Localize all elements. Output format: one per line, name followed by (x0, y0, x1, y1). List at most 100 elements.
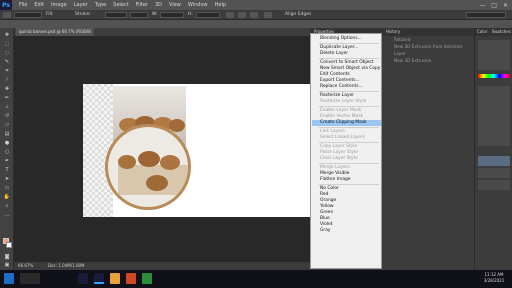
photoshop-logo: Ps (0, 0, 12, 10)
start-icon[interactable] (4, 273, 14, 284)
muffin-shape (146, 175, 168, 191)
color-sliders[interactable] (478, 40, 510, 70)
menu-layer[interactable]: Layer (74, 0, 88, 10)
search-icon[interactable] (20, 273, 40, 284)
minimize-button[interactable]: — (479, 2, 485, 9)
type-tool-icon[interactable]: T (3, 167, 11, 173)
menu-item-delete-layer[interactable]: Delete Layer (312, 51, 381, 57)
menu-window[interactable]: Window (188, 0, 208, 10)
workspace-select[interactable]: Essentials (466, 12, 506, 29)
rectangle-tool-icon[interactable]: ▭ (3, 185, 11, 191)
healing-brush-tool-icon[interactable]: ✚ (3, 86, 11, 92)
history-item[interactable]: New 3D Extrusion (382, 57, 474, 64)
history-tab[interactable]: History (382, 28, 474, 36)
close-button[interactable]: ✕ (503, 2, 508, 9)
layer-context-menu: Blending Options... Duplicate Layer... Del… (310, 33, 382, 269)
blur-tool-icon[interactable]: ● (3, 140, 11, 146)
color-tabs: Color Swatches (475, 28, 512, 36)
muffin-shape (160, 155, 180, 170)
gear-icon[interactable] (264, 12, 272, 18)
menu-edit[interactable]: Edit (34, 0, 44, 10)
menu-type[interactable]: Type (95, 0, 106, 10)
color-spectrum[interactable] (478, 74, 510, 78)
more-tools-icon[interactable]: … (3, 212, 11, 218)
lasso-tool-icon[interactable]: ◌ (3, 50, 11, 56)
width-field[interactable] (160, 12, 184, 18)
shape-mode-select[interactable]: Shape (14, 12, 42, 29)
marquee-tool-icon[interactable]: ⬚ (3, 41, 11, 47)
background-color-swatch[interactable] (6, 242, 12, 248)
menu-item-gray[interactable]: Gray (312, 228, 381, 234)
tool-preset-icon[interactable] (3, 12, 11, 18)
explorer-icon[interactable] (78, 273, 88, 284)
brush-tool-icon[interactable]: ✏ (3, 95, 11, 101)
zoom-tool-icon[interactable]: ⌕ (3, 203, 11, 209)
document-size: Doc: 1.04M/1.08M (48, 263, 85, 268)
menu-filter[interactable]: Filter (136, 0, 148, 10)
height-field[interactable] (196, 12, 220, 18)
eraser-tool-icon[interactable]: ▱ (3, 122, 11, 128)
gradient-tool-icon[interactable]: ▤ (3, 131, 11, 137)
circle-frame (105, 124, 191, 210)
path-operations-icon[interactable] (226, 12, 234, 18)
tab-color[interactable]: Color (477, 29, 487, 34)
menu-separator (319, 106, 379, 107)
menu-3d[interactable]: 3D (155, 0, 162, 10)
history-brush-tool-icon[interactable]: ↺ (3, 113, 11, 119)
history-panel: History Rotated New 3D Extrusion from Se… (382, 28, 474, 270)
menu-image[interactable]: Image (51, 0, 67, 10)
menu-item-rasterize-layer-style: Rasterize Layer Style (320, 99, 367, 104)
menu-select[interactable]: Select (113, 0, 128, 10)
maximize-button[interactable]: □ (491, 2, 497, 9)
quick-select-tool-icon[interactable]: ✎ (3, 59, 11, 65)
tab-swatches[interactable]: Swatches (492, 29, 511, 34)
layer-row[interactable] (478, 180, 510, 190)
zoom-level[interactable]: 66.67% (18, 262, 33, 270)
files-icon[interactable] (110, 273, 120, 284)
menu-view[interactable]: View (169, 0, 181, 10)
app-icon[interactable] (142, 273, 152, 284)
menu-item-select-linked-layers: Select Linked Layers (320, 135, 366, 140)
layer-row[interactable] (478, 168, 510, 178)
stroke-label: Stroke: (75, 12, 91, 17)
history-item[interactable]: New 3D Extrusion from Selected Layer (382, 43, 474, 57)
stroke-size-field[interactable]: 1 pt (105, 12, 127, 29)
dodge-tool-icon[interactable]: ○ (3, 149, 11, 155)
menu-file[interactable]: File (19, 0, 27, 10)
menu-separator (319, 184, 379, 185)
menu-item-blending-options[interactable]: Blending Options... (312, 36, 381, 42)
layer-row-selected[interactable] (478, 156, 510, 166)
menu-separator (319, 58, 379, 59)
photoshop-taskbar-icon[interactable] (94, 273, 104, 284)
menu-separator (319, 43, 379, 44)
path-arrangement-icon[interactable] (250, 12, 258, 18)
history-item[interactable]: Rotated (382, 36, 474, 43)
move-tool-icon[interactable]: ✥ (3, 32, 11, 38)
document-tab[interactable]: quinta banner.psd @ 66.7% (RGB/8) (16, 28, 95, 36)
menu-item-replace-contents[interactable]: Replace Contents... (312, 84, 381, 90)
crop-tool-icon[interactable]: ⌗ (3, 68, 11, 74)
quick-mask-icon[interactable]: ◙ (3, 254, 11, 260)
options-spacer (0, 21, 512, 28)
status-bar: 66.67% Doc: 1.04M/1.08M (14, 262, 312, 270)
windows-taskbar: 11:12 AM 3/28/2021 (0, 270, 512, 288)
stroke-type-select[interactable] (130, 12, 148, 18)
path-selection-tool-icon[interactable]: ➤ (3, 176, 11, 182)
menu-item-create-clipping-mask[interactable]: Create Clipping Mask (312, 120, 381, 126)
menu-item-flatten-image[interactable]: Flatten Image (312, 177, 381, 183)
options-bar: Shape Fill: Stroke: 1 pt W: H: Align Edg… (0, 10, 512, 29)
app-icon[interactable] (126, 273, 136, 284)
screen-mode-icon[interactable]: ▣ (3, 262, 11, 268)
clock[interactable]: 11:12 AM 3/28/2021 (478, 272, 510, 286)
menu-separator (319, 127, 379, 128)
menu-help[interactable]: Help (215, 0, 226, 10)
document-canvas[interactable] (83, 84, 310, 217)
clone-stamp-tool-icon[interactable]: ⊥ (3, 104, 11, 110)
muffin-shape (118, 155, 136, 169)
pen-tool-icon[interactable]: ✒ (3, 158, 11, 164)
hand-tool-icon[interactable]: ✋ (3, 194, 11, 200)
path-alignment-icon[interactable] (238, 12, 246, 18)
tools-panel: ✥ ⬚ ◌ ✎ ⌗ ⁄ ✚ ✏ ⊥ ↺ ▱ ▤ ● ○ ✒ T ➤ ▭ ✋ ⌕ … (0, 28, 14, 270)
eyedropper-tool-icon[interactable]: ⁄ (3, 77, 11, 83)
right-dock: Color Swatches (474, 28, 512, 270)
